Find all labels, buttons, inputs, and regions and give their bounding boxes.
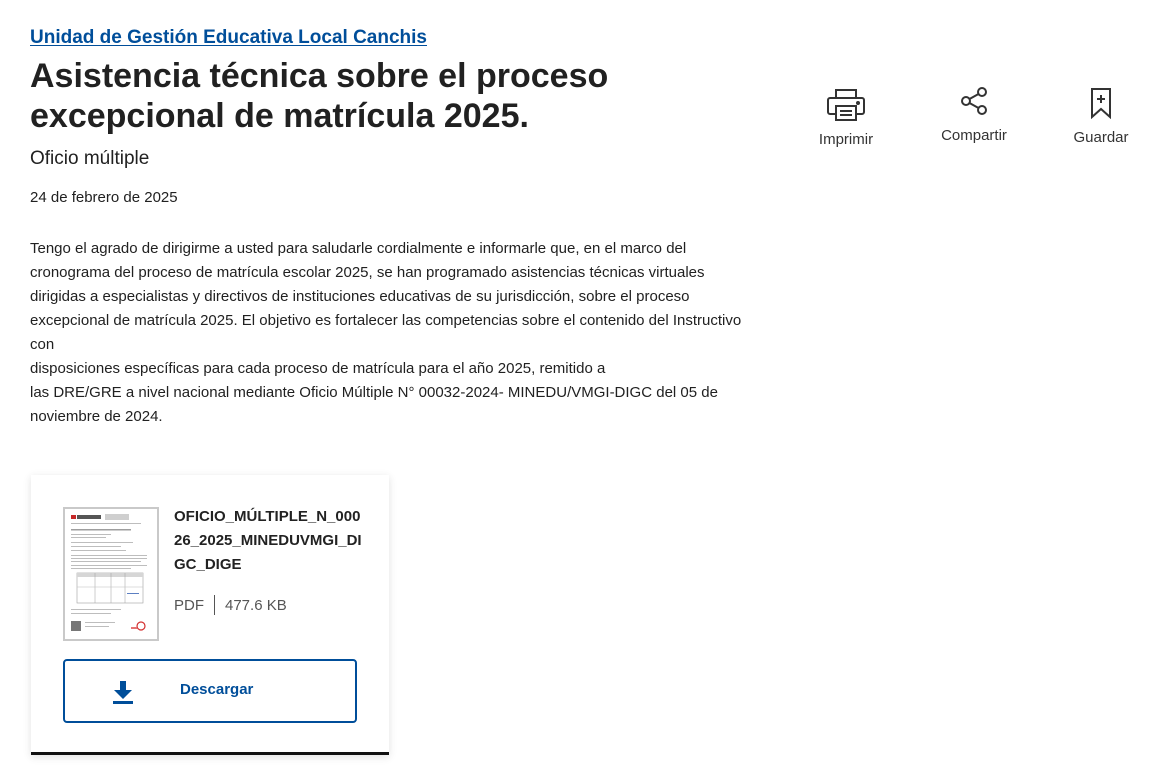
- print-label: Imprimir: [818, 131, 874, 148]
- download-label: Descargar: [180, 681, 254, 698]
- file-format: PDF: [174, 596, 204, 614]
- publication-date: 24 de febrero de 2025: [30, 189, 178, 206]
- print-button[interactable]: Imprimir: [810, 85, 882, 148]
- page-title: Asistencia técnica sobre el proceso exce…: [30, 57, 609, 135]
- download-icon: [113, 681, 133, 704]
- file-meta: PDF 477.6 KB: [174, 595, 287, 615]
- institution-link[interactable]: Unidad de Gestión Educativa Local Canchi…: [30, 27, 427, 49]
- description-paragraph: las DRE/GRE a nivel nacional mediante Of…: [30, 384, 718, 425]
- share-button[interactable]: Compartir: [934, 81, 1014, 144]
- download-button[interactable]: Descargar: [63, 659, 357, 723]
- save-label: Guardar: [1073, 129, 1129, 146]
- file-name: OFICIO_MÚLTIPLE_N_00026_2025_MINEDUVMGI_…: [174, 508, 362, 573]
- bookmark-icon: [1081, 83, 1121, 123]
- document-actions: Imprimir Compartir Guardar: [800, 85, 1164, 165]
- meta-divider: [214, 595, 215, 615]
- pdf-thumbnail[interactable]: [63, 507, 159, 641]
- save-button[interactable]: Guardar: [1066, 83, 1136, 146]
- file-size: 477.6 KB: [225, 596, 287, 614]
- description-paragraph: disposiciones específicas para cada proc…: [30, 360, 606, 377]
- printer-icon: [826, 85, 866, 125]
- share-label: Compartir: [941, 127, 1007, 144]
- document-description: Tengo el agrado de dirigirme a usted par…: [30, 237, 760, 429]
- description-paragraph: Tengo el agrado de dirigirme a usted par…: [30, 240, 742, 353]
- file-card: OFICIO_MÚLTIPLE_N_00026_2025_MINEDUVMGI_…: [31, 475, 389, 755]
- share-icon: [954, 81, 994, 121]
- document-type: Oficio múltiple: [30, 148, 150, 169]
